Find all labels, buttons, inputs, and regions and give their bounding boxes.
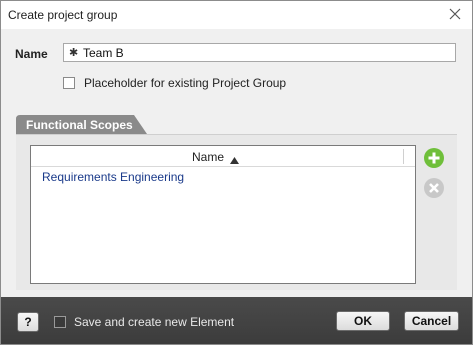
dialog-content: Name ✱ Placeholder for existing Project … xyxy=(1,29,472,297)
table-row[interactable]: Requirements Engineering xyxy=(42,170,184,184)
scopes-table: Name Requirements Engineering xyxy=(30,145,416,284)
ok-button[interactable]: OK xyxy=(336,311,390,331)
save-new-checkbox[interactable] xyxy=(54,316,66,328)
cancel-button[interactable]: Cancel xyxy=(404,311,459,331)
name-column-header[interactable]: Name xyxy=(31,146,415,167)
save-new-label: Save and create new Element xyxy=(74,315,235,329)
title-bar: Create project group xyxy=(1,1,472,29)
dialog-title: Create project group xyxy=(8,8,118,22)
remove-scope-button[interactable] xyxy=(424,178,444,198)
help-button[interactable]: ? xyxy=(17,312,39,332)
column-header-label: Name xyxy=(192,150,225,164)
plus-circle-icon xyxy=(424,148,444,168)
name-field[interactable] xyxy=(63,43,456,62)
remove-circle-icon xyxy=(424,178,444,198)
tab-label: Functional Scopes xyxy=(26,118,133,132)
create-project-group-dialog: Create project group Name ✱ Placeholder … xyxy=(0,0,473,345)
tab-functional-scopes[interactable]: Functional Scopes xyxy=(16,115,147,134)
close-icon[interactable] xyxy=(448,7,462,21)
functional-scopes-panel: Name Requirements Engineering xyxy=(16,134,457,290)
placeholder-checkbox-label: Placeholder for existing Project Group xyxy=(84,76,287,90)
name-input[interactable] xyxy=(83,45,443,60)
required-icon: ✱ xyxy=(69,47,79,59)
add-scope-button[interactable] xyxy=(424,148,444,168)
sort-ascending-icon xyxy=(230,153,239,167)
name-label: Name xyxy=(15,47,48,61)
column-divider xyxy=(403,149,404,164)
dialog-footer: ? Save and create new Element OK Cancel xyxy=(1,297,472,344)
placeholder-checkbox[interactable] xyxy=(63,77,75,89)
